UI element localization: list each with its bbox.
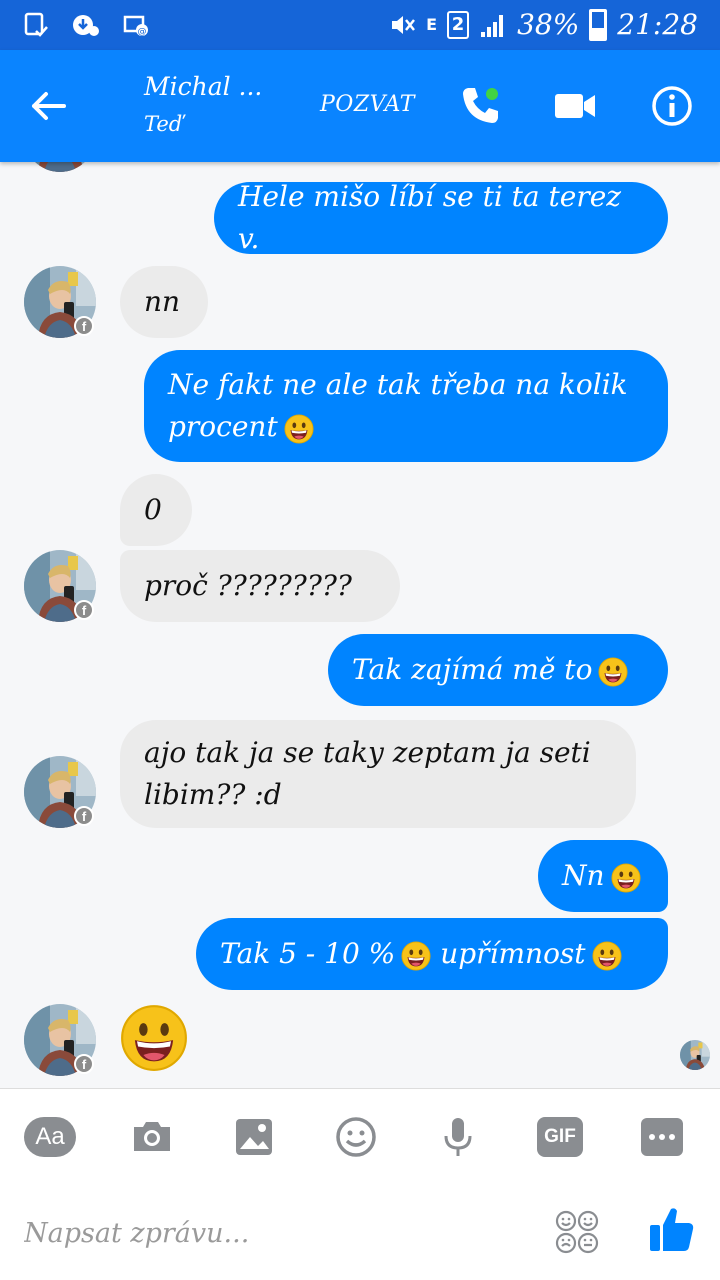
contact-name[interactable]: Michal ...	[144, 72, 262, 101]
message-incoming[interactable]: ajo tak ja se taky zeptam ja seti libim?…	[120, 720, 636, 828]
microphone-icon[interactable]	[432, 1113, 484, 1161]
grinning-emoji-icon	[598, 657, 628, 687]
facebook-badge-icon: f	[74, 806, 94, 826]
info-icon[interactable]	[650, 84, 694, 128]
svg-text:@: @	[138, 27, 147, 37]
grinning-emoji-icon	[284, 414, 314, 444]
message-input[interactable]	[24, 1211, 524, 1255]
status-bar: @ E 2 38% 21:28	[0, 0, 720, 50]
clock: 21:28	[617, 8, 698, 41]
message-text: ajo tak ja se taky zeptam ja seti libim?…	[144, 736, 591, 811]
more-options-icon[interactable]	[636, 1113, 688, 1161]
message-incoming[interactable]: nn	[120, 266, 208, 338]
message-text: Ne fakt ne ale tak třeba na kolik procen…	[168, 368, 628, 444]
network-type-label: E	[426, 15, 438, 34]
camera-icon[interactable]	[126, 1113, 178, 1161]
notification-device-icon	[22, 11, 50, 39]
message-text: Tak zajímá mě to	[352, 649, 628, 691]
video-call-icon[interactable]	[553, 84, 597, 128]
message-text: nn	[144, 285, 181, 318]
big-grinning-emoji-icon[interactable]	[120, 1004, 188, 1072]
active-status: Teď	[144, 112, 183, 136]
gif-button[interactable]: GIF	[534, 1113, 586, 1161]
back-arrow-icon[interactable]	[28, 86, 68, 126]
composer: Aa GIF	[0, 1088, 720, 1280]
message-text: Hele mišo líbí se ti ta terez v.	[238, 180, 622, 255]
invite-button[interactable]: POZVAT	[320, 92, 415, 117]
message-text: Tak 5 - 10 % upřímnost	[220, 933, 622, 975]
composer-toolbar: Aa GIF	[0, 1113, 720, 1161]
notification-download-icon	[72, 11, 100, 39]
emoji-icon[interactable]	[330, 1113, 382, 1161]
aa-label: Aa	[24, 1117, 76, 1157]
stickers-icon[interactable]	[554, 1209, 600, 1255]
avatar	[24, 162, 96, 172]
message-outgoing[interactable]: Tak zajímá mě to	[328, 634, 668, 706]
message-text: proč ?????????	[144, 569, 352, 602]
message-text: Nn	[562, 855, 641, 897]
message-outgoing[interactable]: Ne fakt ne ale tak třeba na kolik procen…	[144, 350, 668, 462]
message-outgoing[interactable]: Tak 5 - 10 % upřímnost	[196, 918, 668, 990]
text-format-button[interactable]: Aa	[24, 1113, 76, 1161]
message-text: 0	[144, 493, 162, 526]
conversation-header: Michal ... Teď POZVAT	[0, 50, 720, 162]
message-incoming[interactable]: proč ?????????	[120, 550, 400, 622]
signal-icon	[479, 11, 507, 39]
mute-icon	[388, 11, 416, 39]
like-thumbs-up-icon[interactable]	[648, 1205, 696, 1253]
message-incoming[interactable]: 0	[120, 474, 192, 546]
grinning-emoji-icon	[401, 941, 431, 971]
seen-avatar	[680, 1040, 710, 1070]
facebook-badge-icon: f	[74, 1054, 94, 1074]
facebook-badge-icon: f	[74, 316, 94, 336]
grinning-emoji-icon	[611, 863, 641, 893]
message-outgoing[interactable]: Nn	[538, 840, 668, 912]
battery-percent: 38%	[517, 8, 580, 41]
grinning-emoji-icon	[592, 941, 622, 971]
gallery-icon[interactable]	[228, 1113, 280, 1161]
message-list[interactable]: Hele mišo líbí se ti ta terez v. f nn Ne…	[0, 162, 720, 1088]
notification-email-icon: @	[122, 11, 150, 39]
sim-indicator: 2	[447, 10, 470, 39]
gif-label: GIF	[537, 1117, 583, 1157]
message-outgoing[interactable]: Hele mišo líbí se ti ta terez v.	[214, 180, 668, 255]
online-indicator	[486, 88, 498, 100]
facebook-badge-icon: f	[74, 600, 94, 620]
battery-icon	[589, 8, 608, 41]
